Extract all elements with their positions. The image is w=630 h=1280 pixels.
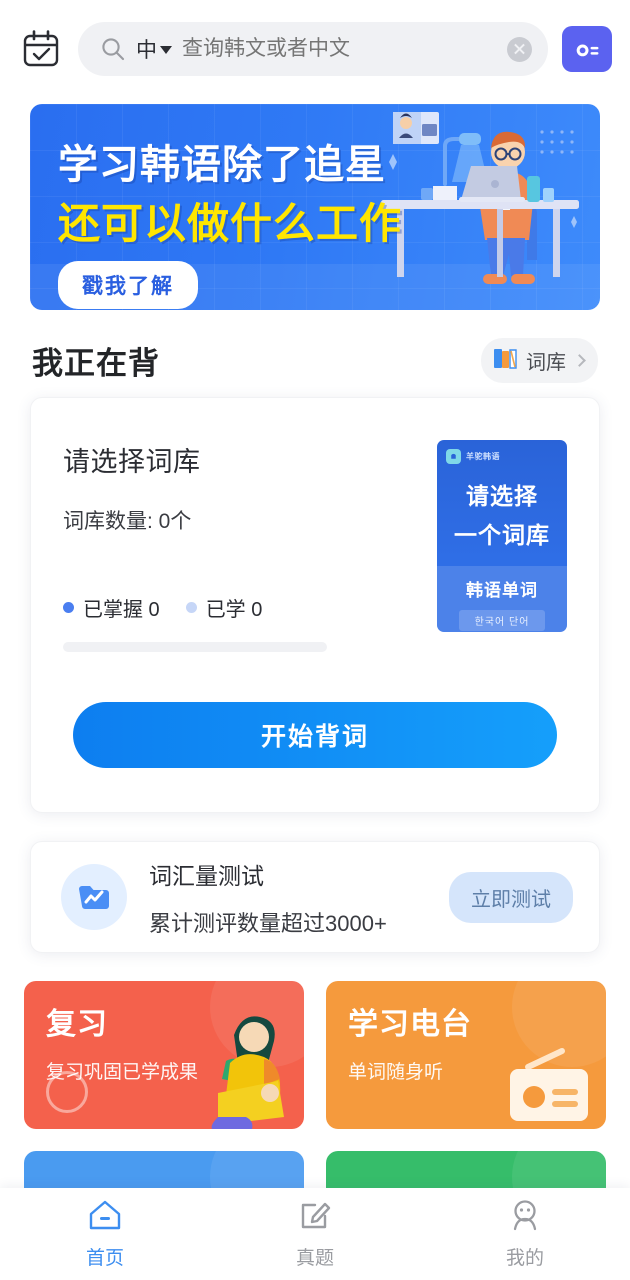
legend-dot-learned [185,602,197,613]
nav-item-home[interactable]: 首页 [0,1199,210,1270]
books-icon [493,346,519,375]
radio-card-icon[interactable] [562,26,612,72]
tile-review-ring [46,1071,88,1113]
deck-count: 词库数量: 0个 [63,510,192,533]
banner-headline-1: 学习韩语除了追星 [58,143,386,187]
clear-circle-icon[interactable] [507,36,532,62]
legend-label-learned: 已学 0 [205,599,263,621]
current-deck-card: 请选择词库 词库数量: 0个 已掌握 0 已学 0 羊驼韩语 请选择 一个词库 … [30,397,600,813]
thumbnail-brand-row: 羊驼韩语 [437,440,567,464]
person-holding-books-illustration [211,1016,284,1129]
search-icon [100,36,126,62]
bottom-navigation: 首页 真题 我的 [0,1188,630,1280]
promo-banner[interactable]: 学习韩语除了追星 还可以做什么工作 戳我了解 [30,104,600,310]
brand-logo-icon [446,449,461,464]
progress-legend: 已掌握 0 已学 0 [63,593,423,622]
progress-bar [63,642,327,652]
man-at-desk-with-laptop-illustration [381,112,579,284]
chevron-right-icon [573,354,586,367]
tile-radio[interactable]: 学习电台 单词随身听 [326,981,606,1129]
library-chip-label: 词库 [526,352,566,374]
deck-title: 请选择词库 [63,447,201,477]
vocab-test-text: 词汇量测试 累计测评数量超过3000+ [149,857,427,938]
nav-label-exams: 真题 [295,1247,334,1269]
edit-paper-icon [298,1199,332,1236]
banner-cta-button[interactable]: 戳我了解 [58,261,198,309]
search-language-selector[interactable]: 中 [136,34,172,64]
legend-mastered: 已掌握 0 [63,593,160,622]
deck-info-left: 请选择词库 词库数量: 0个 已掌握 0 已学 0 [63,440,423,652]
deck-info-row: 请选择词库 词库数量: 0个 已掌握 0 已学 0 羊驼韩语 请选择 一个词库 … [31,398,599,652]
nav-label-home: 首页 [85,1247,124,1269]
deck-thumbnail[interactable]: 羊驼韩语 请选择 一个词库 韩语单词 한국어 단어 [437,440,567,632]
search-input[interactable] [182,37,497,61]
radio-icon [510,1048,588,1121]
thumbnail-footer: 韩语单词 한국어 단어 [437,566,567,632]
search-bar[interactable]: 中 [78,22,548,76]
calendar-check-icon[interactable] [18,26,64,72]
nav-item-exams[interactable]: 真题 [210,1199,420,1270]
thumbnail-brand-label: 羊驼韩语 [466,452,500,461]
start-study-button[interactable]: 开始背词 [73,702,557,768]
vocab-test-card[interactable]: 词汇量测试 累计测评数量超过3000+ 立即测试 [30,841,600,953]
thumbnail-korean-text: 한국어 단어 [458,610,546,631]
start-test-button[interactable]: 立即测试 [449,871,573,923]
page-title: 我正在背 [32,346,160,381]
top-bar: 中 [0,0,630,98]
chevron-down-icon [160,46,172,54]
nav-item-profile[interactable]: 我的 [420,1199,630,1270]
thumbnail-line-1: 请选择 [466,483,538,509]
legend-label-mastered: 已掌握 0 [83,599,160,621]
thumbnail-subtitle: 韩语单词 [466,581,538,600]
legend-learned: 已学 0 [185,593,263,622]
library-chip-button[interactable]: 词库 [481,338,598,383]
thumbnail-line-2: 一个词库 [454,522,550,548]
chart-folder-icon [61,864,127,930]
person-icon [508,1199,542,1236]
nav-label-profile: 我的 [505,1247,544,1269]
banner-headline-2: 还可以做什么工作 [58,200,403,247]
legend-dot-mastered [63,602,74,613]
search-language-label: 中 [136,39,157,62]
vocab-test-subtitle: 累计测评数量超过3000+ [149,910,387,936]
tile-review[interactable]: 复习 复习巩固已学成果 [24,981,304,1129]
section-header: 我正在背 词库 [0,310,630,397]
home-icon [88,1199,122,1236]
vocab-test-title: 词汇量测试 [149,862,264,889]
